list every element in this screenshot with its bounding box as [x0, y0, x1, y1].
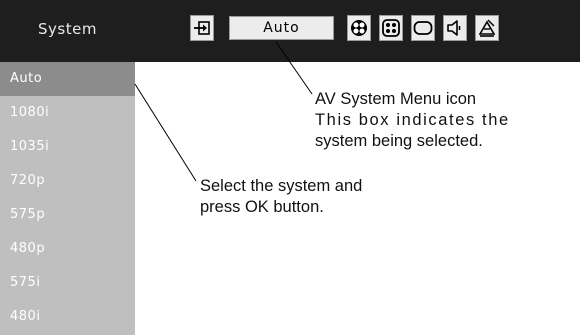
callout-leaders: [134, 41, 313, 182]
av-system-callout-line3: system being selected.: [315, 132, 483, 150]
icon-callout-leader: [275, 41, 313, 95]
system-list-callout-line2: press OK button.: [200, 198, 324, 216]
av-system-callout: AV System Menu icon This box indicates t…: [315, 89, 510, 152]
av-system-callout-title: AV System Menu icon: [315, 90, 477, 108]
system-list-callout-line1: Select the system and: [200, 177, 363, 195]
ok-button-label: OK: [244, 198, 269, 216]
av-system-callout-line2: This box indicates the: [315, 111, 510, 129]
system-list-callout: Select the system and press OK button.: [200, 176, 362, 218]
list-callout-leader: [134, 83, 197, 182]
